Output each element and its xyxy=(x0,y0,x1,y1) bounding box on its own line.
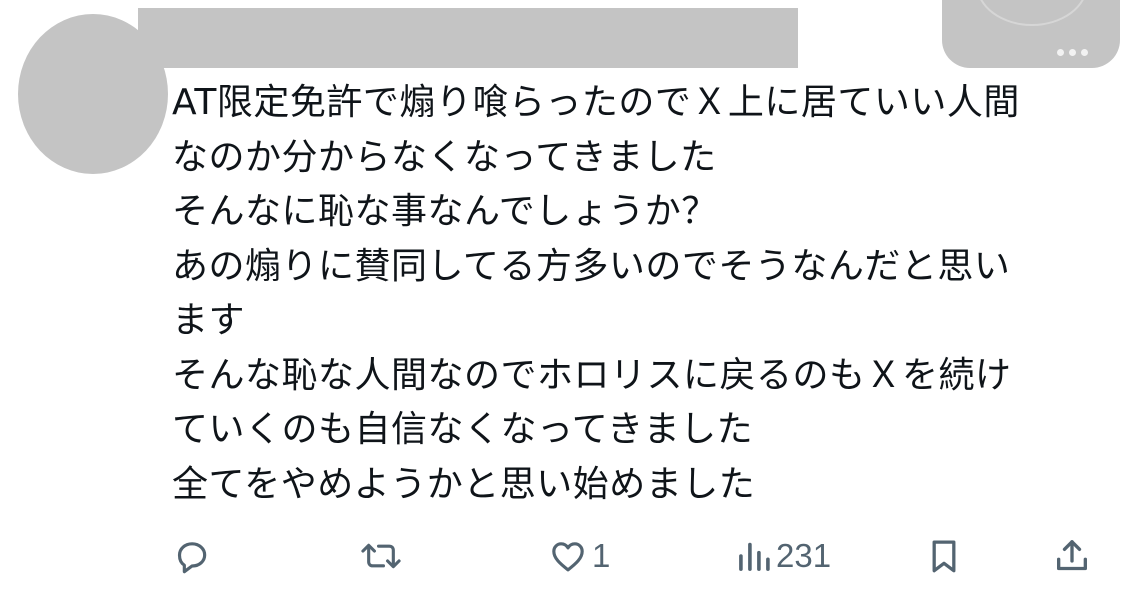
views-button[interactable]: 231 xyxy=(736,528,831,584)
reply-button[interactable] xyxy=(172,528,212,584)
redacted-username-bar xyxy=(138,8,798,68)
more-options-button[interactable] xyxy=(1057,49,1088,56)
bookmark-icon xyxy=(932,540,956,573)
share-icon xyxy=(1057,540,1087,571)
tweet-text: AT限定免許で煽り喰らったのでＸ上に居ていい人間 なのか分からなくなってきました… xyxy=(172,76,1107,512)
tweet-text-line: あの煽りに賛同してる方多いのでそうなんだと思い xyxy=(172,245,1011,287)
reply-icon xyxy=(177,542,207,574)
views-icon xyxy=(739,542,770,571)
action-bar: 1 231 xyxy=(0,528,1121,584)
views-count: 231 xyxy=(776,537,832,574)
more-dot-icon xyxy=(1069,49,1076,56)
like-count: 1 xyxy=(592,537,611,574)
bookmark-button[interactable] xyxy=(926,528,962,584)
redacted-header-area xyxy=(942,0,1120,68)
redacted-circle-shape xyxy=(976,0,1088,26)
tweet-text-line: そんなに恥な事なんでしょうか？ xyxy=(172,191,718,232)
tweet-text-line: ていくのも自信なくなってきました xyxy=(172,409,754,450)
tweet-text-line: なのか分からなくなってきました xyxy=(172,136,717,178)
more-dot-icon xyxy=(1057,49,1064,56)
like-button[interactable]: 1 xyxy=(548,528,610,584)
tweet-text-line: ます xyxy=(172,300,246,341)
share-button[interactable] xyxy=(1052,528,1092,584)
heart-icon xyxy=(552,542,584,572)
repost-icon xyxy=(361,543,401,569)
tweet-text-line: 全てをやめようかと思い始めました xyxy=(172,463,756,505)
tweet-text-line: そんな恥な人間なのでホロリスに戻るのもＸを続け xyxy=(172,354,1012,396)
more-dot-icon xyxy=(1081,49,1088,56)
tweet-text-line: AT限定免許で煽り喰らったのでＸ上に居ていい人間 xyxy=(172,82,1020,123)
repost-button[interactable] xyxy=(358,528,404,584)
